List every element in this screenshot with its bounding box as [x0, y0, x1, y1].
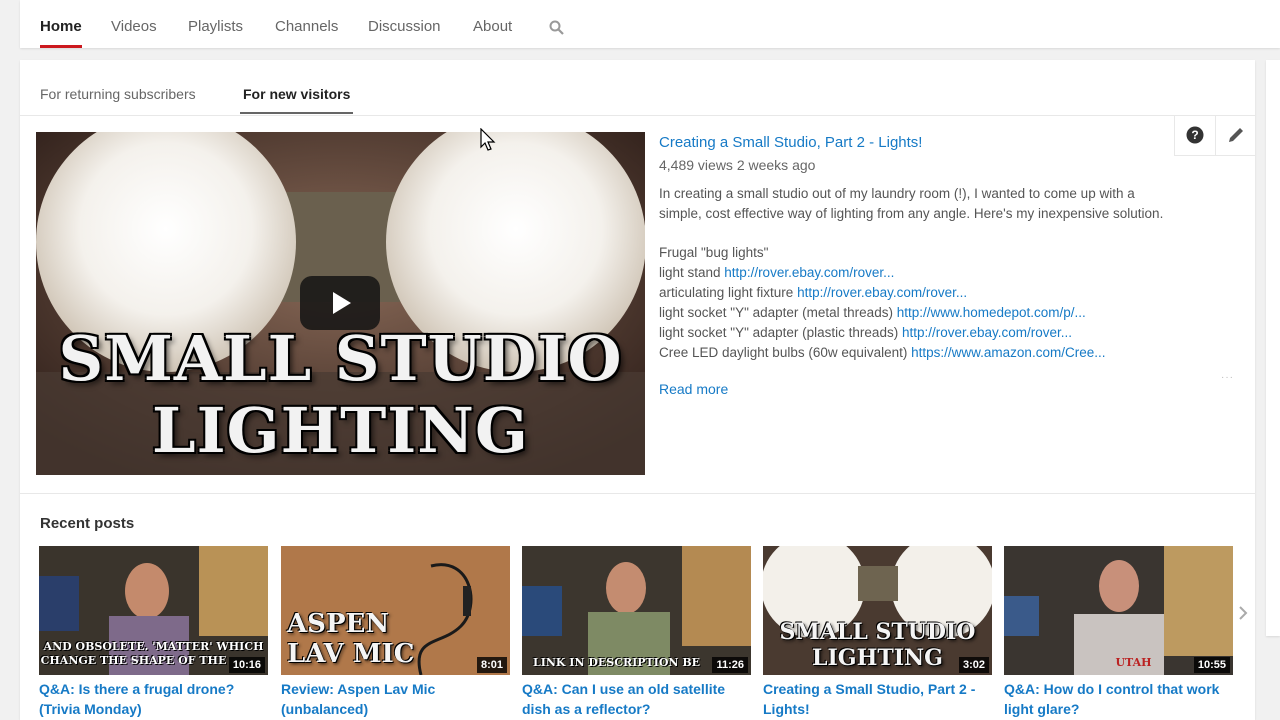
tab-home[interactable]: Home [40, 0, 82, 48]
trailer-tabs: For returning subscribers For new visito… [20, 60, 1255, 116]
video-title[interactable]: Q&A: Is there a frugal drone? (Trivia Mon… [39, 679, 268, 719]
tab-discussion[interactable]: Discussion [368, 0, 441, 48]
video-thumbnail[interactable]: SMALL STUDIO LIGHTING 3:02 [763, 546, 992, 675]
featured-video-description: In creating a small studio out of my lau… [659, 184, 1239, 363]
read-more-link[interactable]: Read more [659, 381, 1239, 397]
featured-video-info: Creating a Small Studio, Part 2 - Lights… [659, 132, 1239, 397]
featured-video-meta: 4,489 views 2 weeks ago [659, 157, 816, 173]
thumbnail-title-line2: LIGHTING [152, 394, 529, 467]
thumbnail-caption: LINK IN DESCRIPTION BE [532, 656, 700, 669]
description-item: light socket "Y" adapter (plastic thread… [659, 325, 1073, 340]
video-title[interactable]: Q&A: How do I control that work light gla… [1004, 679, 1233, 719]
thumbnail-caption: CHANGE THE SHAPE OF THE [40, 654, 227, 667]
video-card[interactable]: LINK IN DESCRIPTION BE 11:26 Q&A: Can I … [522, 546, 751, 719]
description-link[interactable]: http://rover.ebay.com/rover... [902, 325, 1072, 340]
video-card[interactable]: UTAH 10:55 Q&A: How do I control that wo… [1004, 546, 1233, 719]
video-card[interactable]: SMALL STUDIO LIGHTING 3:02 Creating a Sm… [763, 546, 992, 719]
video-card[interactable]: AND OBSOLETE. 'MATTER' WHICH CHANGE THE … [39, 546, 268, 719]
divider [20, 493, 1255, 494]
description-link[interactable]: https://www.amazon.com/Cree... [911, 345, 1105, 360]
video-thumbnail[interactable]: AND OBSOLETE. 'MATTER' WHICH CHANGE THE … [39, 546, 268, 675]
tab-returning-subscribers[interactable]: For returning subscribers [40, 60, 196, 114]
tab-videos[interactable]: Videos [111, 0, 157, 48]
description-item: articulating light fixture http://rover.… [659, 285, 968, 300]
tab-playlists[interactable]: Playlists [188, 0, 243, 48]
video-duration: 3:02 [958, 657, 989, 673]
tab-channels[interactable]: Channels [275, 0, 338, 48]
tab-new-visitors[interactable]: For new visitors [239, 60, 354, 114]
chevron-right-icon[interactable] [1237, 604, 1249, 622]
video-duration: 8:01 [476, 657, 507, 673]
channel-home-card: For returning subscribers For new visito… [20, 60, 1255, 720]
description-item: light stand http://rover.ebay.com/rover.… [659, 265, 895, 280]
video-thumbnail[interactable]: ASPEN LAV MIC 8:01 [281, 546, 510, 675]
video-title[interactable]: Creating a Small Studio, Part 2 - Lights! [763, 679, 992, 719]
play-button[interactable] [300, 276, 380, 330]
thumbnail-caption: UTAH [1115, 656, 1152, 669]
channel-nav: Home Videos Playlists Channels Discussio… [20, 0, 1280, 48]
description-item: Frugal "bug lights" [659, 245, 769, 260]
video-card[interactable]: ASPEN LAV MIC 8:01 Review: Aspen Lav Mic… [281, 546, 510, 719]
description-link[interactable]: http://rover.ebay.com/rover... [797, 285, 967, 300]
thumbnail-caption: ASPEN [287, 609, 390, 639]
video-title[interactable]: Review: Aspen Lav Mic (unbalanced) [281, 679, 510, 719]
search-icon[interactable] [548, 19, 566, 37]
video-duration: 10:16 [228, 657, 265, 673]
description-link[interactable]: http://www.homedepot.com/p/... [897, 305, 1086, 320]
sidebar-edge [1266, 60, 1280, 636]
video-duration: 10:55 [1193, 657, 1230, 673]
featured-video-player[interactable]: SMALL STUDIO LIGHTING [36, 132, 645, 475]
description-item: light socket "Y" adapter (metal threads)… [659, 305, 1086, 320]
thumbnail-caption: LAV MIC [287, 639, 415, 669]
recent-posts-title: Recent posts [40, 515, 135, 532]
thumbnail-title-line1: SMALL STUDIO [58, 322, 623, 395]
mouse-cursor-icon [480, 127, 496, 152]
more-options-icon[interactable]: ··· [1221, 372, 1234, 383]
description-line: In creating a small studio out of my lau… [659, 186, 1135, 201]
video-thumbnail[interactable]: LINK IN DESCRIPTION BE 11:26 [522, 546, 751, 675]
video-duration: 11:26 [712, 657, 748, 673]
tab-about[interactable]: About [473, 0, 512, 48]
description-item: Cree LED daylight bulbs (60w equivalent)… [659, 345, 1106, 360]
featured-video-title[interactable]: Creating a Small Studio, Part 2 - Lights… [659, 132, 1239, 154]
video-title[interactable]: Q&A: Can I use an old satellite dish as a… [522, 679, 751, 719]
thumbnail-caption: LIGHTING [812, 645, 943, 671]
thumbnail-caption: SMALL STUDIO [779, 619, 976, 645]
description-line: simple, cost effective way of lighting f… [659, 206, 1164, 221]
video-thumbnail[interactable]: UTAH 10:55 [1004, 546, 1233, 675]
thumbnail-caption: AND OBSOLETE. 'MATTER' WHICH [43, 640, 264, 653]
description-link[interactable]: http://rover.ebay.com/rover... [724, 265, 894, 280]
